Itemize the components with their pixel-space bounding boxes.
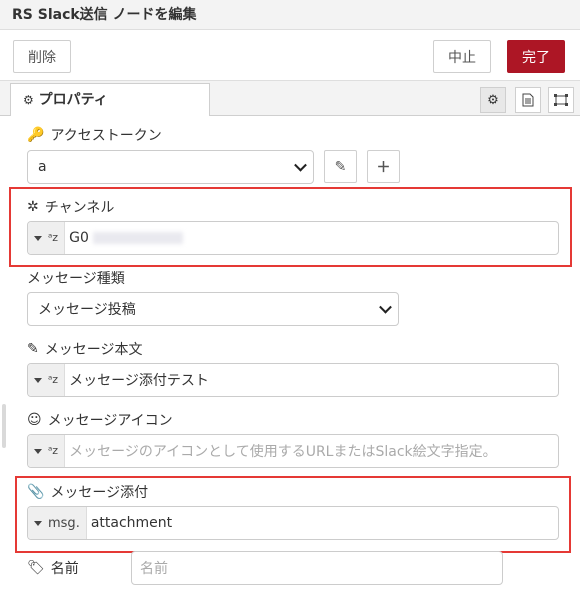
message-icon-label-text: メッセージアイコン [47, 413, 173, 429]
description-tab-button[interactable] [515, 87, 541, 113]
name-label-text: 名前 [50, 561, 79, 577]
message-icon-input[interactable]: ᵃz メッセージのアイコンとして使用するURLまたはSlack絵文字指定。 [27, 434, 559, 468]
channel-type-button[interactable]: ᵃz [28, 222, 66, 254]
edit-token-button[interactable]: ✎ [324, 150, 357, 183]
delete-button[interactable]: 削除 [13, 40, 71, 73]
attachment-label-text: メッセージ添付 [50, 485, 149, 501]
attachment-value: attachment [90, 515, 173, 531]
attachment-input[interactable]: msg. attachment [27, 506, 559, 540]
redacted-text [92, 232, 183, 244]
message-body-value: メッセージ添付テスト [69, 373, 209, 389]
resize-handle[interactable] [2, 404, 6, 448]
channel-input[interactable]: ᵃz G0 [27, 221, 559, 255]
caret-down-icon [34, 448, 42, 454]
add-token-button[interactable]: ＋ [367, 150, 400, 183]
channel-label: ✲ チャンネル [27, 197, 114, 217]
pencil-icon: ✎ [334, 158, 347, 175]
key-icon: 🔑 [27, 127, 45, 143]
chevron-down-icon [294, 158, 307, 172]
string-type-icon: ᵃz [48, 373, 59, 386]
tab-bar: ⚙ プロパティ ⚙ [0, 80, 580, 116]
cog-icon: ✲ [27, 199, 39, 215]
caret-down-icon [34, 520, 42, 526]
pencil-icon: ✎ [27, 341, 39, 357]
message-type-select[interactable]: メッセージ投稿 [27, 292, 399, 326]
access-token-select[interactable]: a [27, 150, 314, 184]
name-placeholder: 名前 [140, 561, 168, 577]
paperclip-icon: 📎 [27, 484, 45, 500]
attachment-type-button[interactable]: msg. [28, 507, 87, 539]
name-label: 🏷 名前 [27, 558, 79, 578]
caret-down-icon [34, 235, 42, 241]
message-body-label-text: メッセージ本文 [44, 342, 143, 358]
caret-down-icon [34, 377, 42, 383]
name-input[interactable]: 名前 [131, 551, 503, 585]
message-body-label: ✎ メッセージ本文 [27, 339, 142, 359]
message-icon-placeholder: メッセージのアイコンとして使用するURLまたはSlack絵文字指定。 [69, 444, 497, 460]
channel-label-text: チャンネル [44, 200, 115, 216]
attachment-label: 📎 メッセージ添付 [27, 482, 148, 502]
channel-value: G0 [69, 230, 89, 246]
message-type-label-text: メッセージ種類 [27, 271, 125, 287]
done-button[interactable]: 完了 [507, 40, 565, 73]
string-type-icon: ᵃz [48, 231, 59, 244]
settings-tab-button[interactable]: ⚙ [480, 87, 506, 113]
message-icon-label: ☺ メッセージアイコン [27, 410, 173, 430]
document-icon [522, 93, 534, 107]
message-icon-type-button[interactable]: ᵃz [28, 435, 66, 467]
message-body-input[interactable]: ᵃz メッセージ添付テスト [27, 363, 559, 397]
tab-properties-label: プロパティ [38, 92, 108, 108]
string-type-icon: ᵃz [48, 444, 59, 457]
appearance-tab-button[interactable] [548, 87, 574, 113]
tab-properties[interactable]: ⚙ プロパティ [10, 83, 210, 116]
gear-icon: ⚙ [487, 92, 499, 108]
access-token-value: a [38, 159, 47, 175]
gear-icon: ⚙ [23, 93, 34, 107]
tag-icon: 🏷 [27, 560, 45, 576]
smile-icon: ☺ [27, 412, 42, 428]
access-token-label-text: アクセストークン [50, 128, 162, 144]
attachment-type-label: msg. [48, 515, 80, 531]
dialog-title: RS Slack送信 ノードを編集 [0, 0, 580, 30]
chevron-down-icon [379, 300, 392, 314]
message-type-value: メッセージ投稿 [38, 302, 136, 318]
cancel-button[interactable]: 中止 [433, 40, 491, 73]
message-type-label: メッセージ種類 [27, 268, 125, 288]
message-body-type-button[interactable]: ᵃz [28, 364, 66, 396]
plus-icon: ＋ [376, 159, 391, 176]
access-token-label: 🔑 アクセストークン [27, 125, 162, 145]
frame-icon [554, 94, 568, 106]
